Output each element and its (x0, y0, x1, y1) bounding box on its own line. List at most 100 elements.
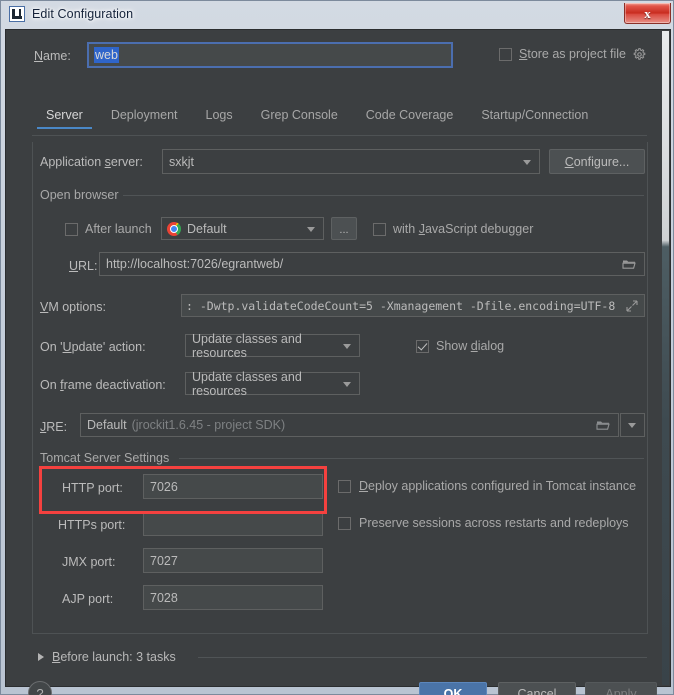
cancel-button-label: Cancel (518, 687, 557, 695)
dialog-content: Name: web Store as project file (6, 30, 670, 686)
window-frame: Edit Configuration x Name: web Store as (0, 0, 674, 695)
tab-code-coverage[interactable]: Code Coverage (352, 108, 468, 129)
after-launch-label: After launch (85, 222, 152, 236)
browser-value: Default (187, 222, 227, 236)
jmx-port-value: 7027 (150, 554, 178, 568)
help-button[interactable]: ? (28, 681, 52, 695)
title-bar: Edit Configuration x (1, 1, 674, 29)
name-label: Name: (34, 49, 71, 63)
show-dialog-checkbox[interactable] (416, 340, 429, 353)
url-value: http://localhost:7026/egrantweb/ (106, 257, 283, 271)
name-input[interactable]: web (87, 42, 453, 68)
cancel-button[interactable]: Cancel (498, 682, 576, 695)
deploy-applications-row[interactable]: Deploy applications configured in Tomcat… (338, 479, 636, 493)
tomcat-settings-group-title: Tomcat Server Settings (40, 451, 175, 465)
tab-server[interactable]: Server (32, 108, 97, 129)
before-launch-row[interactable]: Before launch: 3 tasks (38, 650, 176, 664)
window-title: Edit Configuration (32, 7, 133, 21)
help-icon: ? (36, 686, 43, 695)
jre-value: Default (87, 418, 127, 432)
ok-button-label: OK (444, 687, 463, 695)
on-frame-deactivation-value: Update classes and resources (192, 370, 359, 398)
on-update-action-value: Update classes and resources (192, 332, 359, 360)
folder-icon[interactable] (622, 258, 636, 270)
chevron-down-icon (343, 382, 351, 387)
before-launch-label: Before launch: 3 tasks (52, 650, 176, 664)
configure-button[interactable]: Configure... (549, 149, 645, 174)
tab-grep-console[interactable]: Grep Console (247, 108, 352, 129)
application-server-label: Application server: (40, 155, 143, 169)
browser-combo[interactable]: Default (161, 217, 324, 240)
application-server-combo[interactable]: sxkjt (162, 149, 540, 174)
intellij-idea-icon (9, 6, 25, 22)
application-server-value: sxkjt (169, 155, 194, 169)
tab-startup-connection[interactable]: Startup/Connection (467, 108, 602, 129)
after-launch-row[interactable]: After launch (65, 222, 152, 236)
preserve-sessions-checkbox[interactable] (338, 517, 351, 530)
chevron-down-icon (307, 227, 315, 232)
tab-deployment[interactable]: Deployment (97, 108, 192, 129)
on-update-action-label: On 'Update' action: (40, 340, 146, 354)
browse-browser-label: ... (339, 224, 348, 236)
name-row: Name: web Store as project file (6, 42, 670, 72)
ajp-port-value: 7028 (150, 591, 178, 605)
jmx-port-input[interactable]: 7027 (143, 548, 323, 573)
ok-button[interactable]: OK (419, 682, 487, 695)
http-port-value: 7026 (150, 480, 178, 494)
chrome-icon (167, 222, 181, 236)
title-area: Edit Configuration (9, 6, 133, 22)
vm-options-value: : -Dwtp.validateCodeCount=5 -Xmanagement… (186, 299, 615, 313)
store-as-project-file-label: Store as project file (519, 47, 626, 61)
url-label: URL: (69, 259, 97, 273)
tab-divider (32, 135, 647, 136)
folder-icon[interactable] (596, 419, 610, 431)
show-dialog-row[interactable]: Show dialog (416, 339, 504, 353)
vm-options-label: VM options: (40, 300, 106, 314)
jre-label: JRE: (40, 420, 67, 434)
configure-button-label: Configure... (565, 155, 630, 169)
http-port-input[interactable]: 7026 (143, 474, 323, 499)
url-input[interactable]: http://localhost:7026/egrantweb/ (99, 252, 645, 276)
chevron-right-icon[interactable] (38, 653, 44, 661)
tab-logs[interactable]: Logs (192, 108, 247, 129)
on-frame-deactivation-combo[interactable]: Update classes and resources (185, 372, 360, 395)
after-launch-checkbox[interactable] (65, 223, 78, 236)
vm-options-input[interactable]: : -Dwtp.validateCodeCount=5 -Xmanagement… (181, 294, 645, 317)
browse-browser-button[interactable]: ... (331, 217, 357, 240)
edit-configuration-dialog: Edit Configuration x Name: web Store as (0, 0, 674, 695)
preserve-sessions-row[interactable]: Preserve sessions across restarts and re… (338, 516, 629, 530)
open-browser-group-line (123, 195, 644, 196)
on-update-action-combo[interactable]: Update classes and resources (185, 334, 360, 357)
close-button[interactable]: x (624, 3, 671, 24)
on-frame-deactivation-label: On frame deactivation: (40, 378, 166, 392)
https-port-label: HTTPs port: (58, 518, 125, 532)
before-launch-line (198, 657, 647, 658)
chevron-down-icon (523, 160, 531, 165)
http-port-label: HTTP port: (62, 481, 123, 495)
ajp-port-input[interactable]: 7028 (143, 585, 323, 610)
name-input-value: web (94, 47, 119, 63)
js-debugger-label: with JavaScript debugger (393, 222, 533, 236)
open-browser-group-title: Open browser (40, 188, 125, 202)
apply-button-label: Apply (605, 687, 636, 695)
tomcat-settings-group-line (179, 458, 644, 459)
jre-hint: (jrockit1.6.45 - project SDK) (132, 418, 286, 432)
dialog-body: Name: web Store as project file (5, 29, 671, 687)
show-dialog-label: Show dialog (436, 339, 504, 353)
jmx-port-label: JMX port: (62, 555, 116, 569)
jre-input[interactable]: Default (jrockit1.6.45 - project SDK) (80, 413, 619, 437)
window-edge-strip (662, 31, 669, 685)
store-as-project-file-row[interactable]: Store as project file (499, 47, 646, 61)
store-as-project-file-checkbox[interactable] (499, 48, 512, 61)
server-tab-panel: Application server: sxkjt Configure... O… (32, 142, 648, 634)
jre-dropdown-button[interactable] (620, 413, 645, 437)
expand-icon[interactable] (626, 300, 638, 312)
https-port-input[interactable] (143, 511, 323, 536)
js-debugger-checkbox[interactable] (373, 223, 386, 236)
deploy-applications-label: Deploy applications configured in Tomcat… (359, 479, 636, 493)
deploy-applications-checkbox[interactable] (338, 480, 351, 493)
gear-icon[interactable] (633, 48, 646, 61)
js-debugger-row[interactable]: with JavaScript debugger (373, 222, 533, 236)
apply-button: Apply (585, 682, 657, 695)
chevron-down-icon (343, 344, 351, 349)
